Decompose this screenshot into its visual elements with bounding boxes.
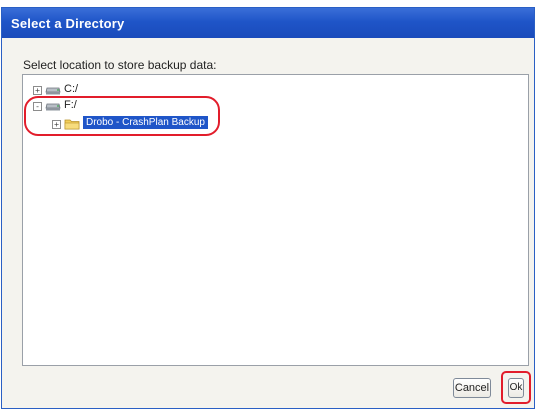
select-directory-dialog: Select a Directory Select location to st… <box>1 7 535 409</box>
prompt-label: Select location to store backup data: <box>23 58 217 72</box>
dialog-title: Select a Directory <box>11 16 125 31</box>
annotation-highlight-oval <box>24 96 220 136</box>
tree-node-label: C:/ <box>64 83 79 95</box>
expand-icon[interactable]: + <box>33 86 42 95</box>
cancel-button[interactable]: Cancel <box>453 378 491 398</box>
annotation-highlight-box <box>501 371 531 404</box>
drive-icon <box>45 87 61 95</box>
title-bar: Select a Directory <box>2 8 534 38</box>
tree-node-c-drive[interactable]: + C:/ <box>33 83 113 97</box>
